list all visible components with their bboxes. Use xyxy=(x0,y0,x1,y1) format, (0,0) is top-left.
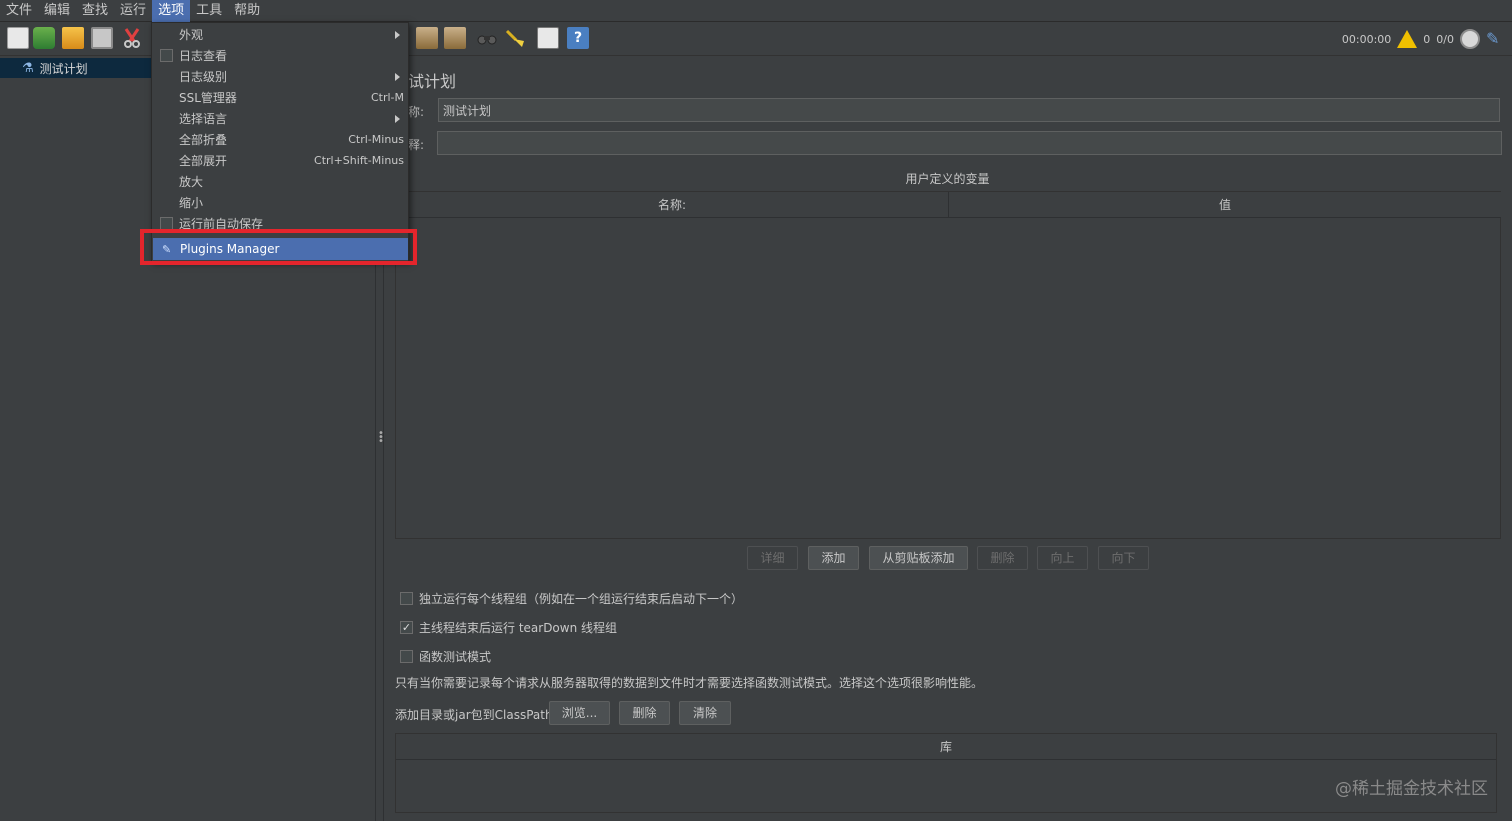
status-area: 00:00:00 0 0/0 ✎ xyxy=(1342,27,1504,51)
independent-threadgroups-option[interactable]: 独立运行每个线程组（例如在一个组运行结束后启动下一个） xyxy=(400,590,743,607)
column-header-value[interactable]: 值 xyxy=(949,192,1501,218)
menu-item-label: 选择语言 xyxy=(179,112,228,126)
menu-item-shortcut: Ctrl+Shift-Minus xyxy=(314,154,404,167)
remote-globe-icon[interactable] xyxy=(1460,29,1480,49)
name-label: 称: xyxy=(408,105,425,119)
elapsed-time: 00:00:00 xyxy=(1341,32,1392,46)
menu-item-zoom-out[interactable]: 缩小 xyxy=(152,192,408,213)
independent-threadgroups-label: 独立运行每个线程组（例如在一个组运行结束后启动下一个） xyxy=(419,592,744,606)
menu-search[interactable]: 查找 xyxy=(76,0,114,22)
menu-item-shortcut: Ctrl-Minus xyxy=(348,133,404,146)
tree-node-label: 测试计划 xyxy=(39,61,88,76)
classpath-delete-button[interactable]: 删除 xyxy=(619,701,670,725)
menu-item-log-level[interactable]: 日志级别 xyxy=(152,66,408,87)
test-plan-tree: ⚗ 测试计划 xyxy=(0,56,151,821)
teardown-option[interactable]: ✓ 主线程结束后运行 tearDown 线程组 xyxy=(400,619,617,636)
watermark: @稀土掘金技术社区 xyxy=(1335,779,1488,799)
plugins-feather-icon[interactable]: ✎ xyxy=(1486,30,1504,48)
menu-item-label: 放大 xyxy=(179,175,204,189)
teardown-label: 主线程结束后运行 tearDown 线程组 xyxy=(419,621,618,635)
column-header-library[interactable]: 库 xyxy=(396,734,1496,760)
menu-item-shortcut: Ctrl-M xyxy=(370,91,404,104)
classpath-label: 添加目录或jar包到ClassPath xyxy=(395,708,553,722)
new-icon[interactable] xyxy=(7,27,29,49)
user-vars-table[interactable]: 名称: 值 xyxy=(395,191,1501,539)
menu-item-label: 缩小 xyxy=(179,196,204,210)
menu-edit[interactable]: 编辑 xyxy=(38,0,76,22)
functional-mode-label: 函数测试模式 xyxy=(419,650,492,664)
menu-item-label: 全部展开 xyxy=(179,154,228,168)
menu-item-label: 外观 xyxy=(179,28,204,42)
cut-icon[interactable] xyxy=(121,27,143,49)
menu-item-label: 日志查看 xyxy=(179,49,228,63)
add-button[interactable]: 添加 xyxy=(808,546,859,570)
column-header-name[interactable]: 名称: xyxy=(396,192,949,218)
menu-item-ssl-manager[interactable]: SSL管理器 Ctrl-M xyxy=(152,87,408,108)
classpath-clear-button[interactable]: 清除 xyxy=(679,701,731,725)
move-up-button[interactable]: 向上 xyxy=(1037,546,1088,570)
comment-label: 释: xyxy=(408,138,425,152)
panel-title: 试计划 xyxy=(408,72,457,91)
menu-run[interactable]: 运行 xyxy=(114,0,152,22)
comment-input[interactable] xyxy=(437,131,1502,155)
thread-count: 0/0 xyxy=(1436,32,1454,46)
help-icon[interactable]: ? xyxy=(567,27,589,49)
submenu-arrow-icon xyxy=(395,114,400,123)
functional-mode-note: 只有当你需要记录每个请求从服务器取得的数据到文件时才需要选择函数测试模式。选择这… xyxy=(395,676,984,690)
name-input[interactable]: 测试计划 xyxy=(438,98,1500,122)
menu-options[interactable]: 选项 xyxy=(152,0,191,22)
function-helper-icon[interactable] xyxy=(537,27,559,49)
tree-node-test-plan[interactable]: ⚗ 测试计划 xyxy=(0,58,151,78)
warning-count: 0 xyxy=(1423,32,1431,46)
functional-mode-checkbox[interactable] xyxy=(400,650,413,663)
add-from-clipboard-button[interactable]: 从剪贴板添加 xyxy=(869,546,968,570)
options-menu-dropdown: 外观 日志查看 日志级别 SSL管理器 Ctrl-M 选择语言 全部折叠 Ctr… xyxy=(151,22,409,262)
submenu-arrow-icon xyxy=(395,72,400,81)
start-no-timers-icon[interactable] xyxy=(444,27,466,49)
functional-mode-option[interactable]: 函数测试模式 xyxy=(400,648,491,665)
menu-item-label: 日志级别 xyxy=(179,70,228,84)
library-table[interactable]: 库 xyxy=(395,733,1497,813)
binoculars-icon[interactable] xyxy=(476,27,498,49)
drag-handle-icon[interactable]: • • • xyxy=(378,429,384,447)
browse-button[interactable]: 浏览... xyxy=(549,701,610,725)
teardown-checkbox[interactable]: ✓ xyxy=(400,621,413,634)
start-icon[interactable] xyxy=(416,27,438,49)
menu-item-collapse-all[interactable]: 全部折叠 Ctrl-Minus xyxy=(152,129,408,150)
templates-icon[interactable] xyxy=(33,27,55,49)
menu-item-log-viewer[interactable]: 日志查看 xyxy=(152,45,408,66)
menu-item-label: SSL管理器 xyxy=(179,91,237,105)
open-icon[interactable] xyxy=(62,27,84,49)
menu-item-appearance[interactable]: 外观 xyxy=(152,24,408,45)
menu-tools[interactable]: 工具 xyxy=(190,0,228,22)
menu-help[interactable]: 帮助 xyxy=(228,0,266,22)
independent-threadgroups-checkbox[interactable] xyxy=(400,592,413,605)
broom-icon[interactable] xyxy=(504,27,526,49)
menu-item-expand-all[interactable]: 全部展开 Ctrl+Shift-Minus xyxy=(152,150,408,171)
flask-icon: ⚗ xyxy=(22,60,34,76)
move-down-button[interactable]: 向下 xyxy=(1098,546,1149,570)
menu-bar: 文件 编辑 查找 运行 选项 工具 帮助 xyxy=(0,0,1512,22)
menu-file[interactable]: 文件 xyxy=(0,0,38,22)
user-vars-title: 用户定义的变量 xyxy=(905,172,990,186)
menu-item-language[interactable]: 选择语言 xyxy=(152,108,408,129)
delete-button[interactable]: 删除 xyxy=(977,546,1028,570)
menu-item-label: 全部折叠 xyxy=(179,133,228,147)
detail-button[interactable]: 详细 xyxy=(747,546,798,570)
log-viewer-checkbox[interactable] xyxy=(160,49,173,62)
save-icon[interactable] xyxy=(91,27,113,49)
warning-icon[interactable] xyxy=(1397,30,1418,48)
menu-item-zoom-in[interactable]: 放大 xyxy=(152,171,408,192)
submenu-arrow-icon xyxy=(395,30,400,39)
highlight-annotation-box xyxy=(140,229,417,265)
